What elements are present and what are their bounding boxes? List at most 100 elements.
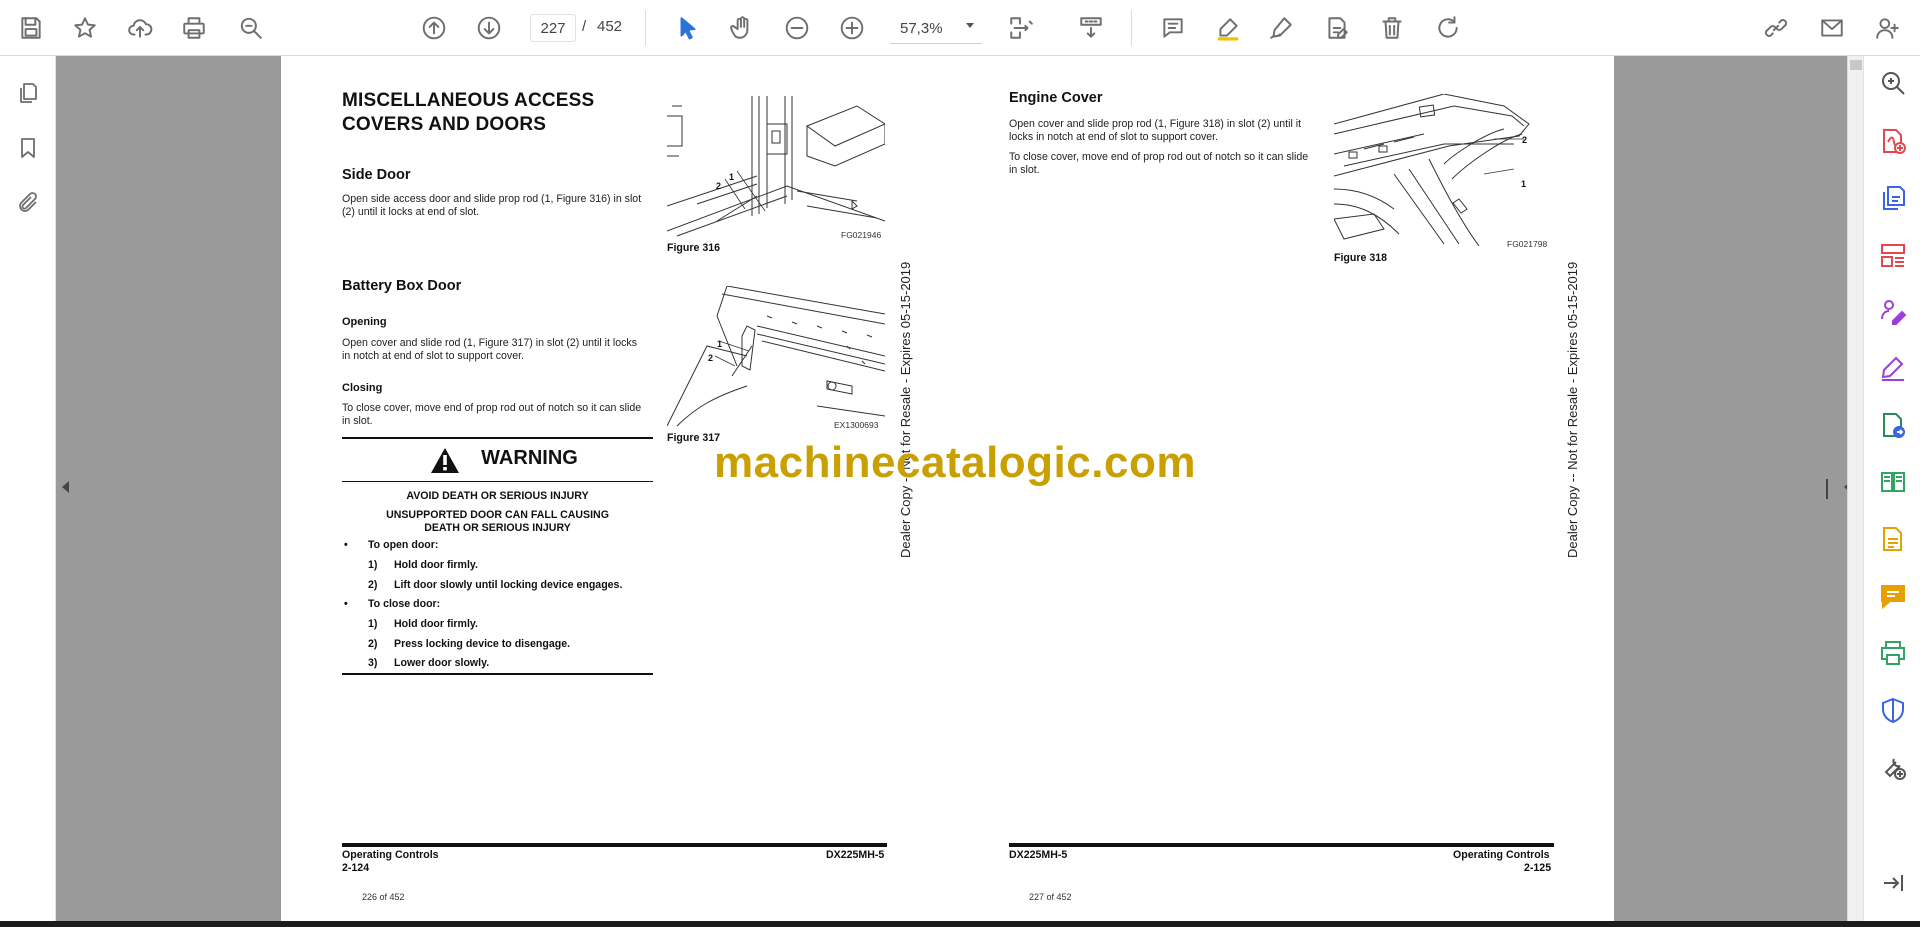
figure-callout: 2	[708, 353, 714, 363]
step-number: 1)	[368, 559, 378, 571]
page-number-input[interactable]	[530, 14, 576, 42]
body-text: To close cover, move end of prop rod out…	[1009, 151, 1309, 163]
protect-icon[interactable]	[1876, 693, 1910, 727]
toolbar-divider	[645, 10, 646, 46]
page-title: COVERS AND DOORS	[342, 114, 547, 135]
send-for-review-icon[interactable]	[1876, 408, 1910, 442]
taskbar-edge	[0, 921, 1920, 927]
panel-resize-handle[interactable]	[1826, 479, 1828, 499]
footer-rule	[342, 843, 887, 847]
warning-line: AVOID DEATH OR SERIOUS INJURY	[406, 490, 589, 502]
search-zoom-icon[interactable]	[234, 11, 268, 45]
attachment-icon[interactable]	[12, 187, 44, 219]
page-down-icon[interactable]	[472, 11, 506, 45]
footer-section: Operating Controls	[1453, 849, 1550, 861]
bullet-dot: •	[344, 598, 348, 610]
section-heading: Battery Box Door	[342, 278, 462, 294]
zoom-level-select[interactable]: 57,3%	[890, 14, 982, 44]
figure-code: FG021946	[841, 230, 882, 240]
tools-rail	[1863, 56, 1920, 927]
body-text: Open cover and slide rod (1, Figure 317)…	[342, 337, 637, 349]
email-icon[interactable]	[1815, 11, 1849, 45]
step-text: Press locking device to disengage.	[394, 638, 571, 650]
footer-model: DX225MH-5	[826, 849, 885, 861]
scroll-mode-icon[interactable]	[1074, 11, 1108, 45]
fit-page-icon[interactable]	[1004, 11, 1038, 45]
step-number: 3)	[368, 657, 378, 669]
body-text: locks in notch at end of slot to support…	[1009, 131, 1219, 143]
add-user-icon[interactable]	[1870, 11, 1904, 45]
print-icon[interactable]	[177, 11, 211, 45]
section-heading: Side Door	[342, 167, 411, 183]
create-pdf-icon[interactable]	[1876, 181, 1910, 215]
page-total: 452	[597, 18, 623, 35]
step-text: Hold door firmly.	[394, 618, 478, 630]
warning-line: UNSUPPORTED DOOR CAN FALL CAUSING	[386, 509, 609, 521]
comment-tool-icon[interactable]	[1876, 579, 1910, 613]
warning-rule	[342, 481, 653, 482]
cloud-upload-icon[interactable]	[123, 11, 157, 45]
footer-model: DX225MH-5	[1009, 849, 1068, 861]
organize-pages-icon[interactable]	[1876, 238, 1910, 272]
body-text: in slot.	[342, 415, 373, 427]
watermark-text: machinecatalogic.com	[714, 438, 1196, 487]
zoom-in-icon[interactable]	[835, 11, 869, 45]
bookmark-icon[interactable]	[12, 132, 44, 164]
page-count-label: 227 of 452	[1029, 892, 1072, 902]
fill-sign-icon[interactable]	[1876, 351, 1910, 385]
warning-line: DEATH OR SERIOUS INJURY	[424, 522, 571, 534]
figure-code: FG021798	[1507, 239, 1548, 249]
page-count-label: 226 of 452	[362, 892, 405, 902]
page-thumbnails-icon[interactable]	[12, 77, 44, 109]
page-up-icon[interactable]	[417, 11, 451, 45]
step-text: Hold door firmly.	[394, 559, 478, 571]
compare-files-icon[interactable]	[1876, 465, 1910, 499]
select-cursor-icon[interactable]	[671, 11, 705, 45]
request-signature-icon[interactable]	[1876, 294, 1910, 328]
footer-page-number: 2-125	[1524, 862, 1552, 874]
edit-text-icon[interactable]	[1320, 11, 1354, 45]
export-pdf-icon[interactable]	[1876, 124, 1910, 158]
collapse-left-panel-icon[interactable]	[62, 481, 69, 493]
warning-bullet: To open door:	[368, 539, 439, 551]
star-icon[interactable]	[68, 11, 102, 45]
left-navigation-rail	[0, 56, 56, 927]
highlight-icon[interactable]	[1211, 11, 1245, 45]
footer-page-number: 2-124	[342, 862, 370, 874]
body-text: Open cover and slide prop rod (1, Figure…	[1009, 118, 1302, 130]
share-link-icon[interactable]	[1759, 11, 1793, 45]
warning-rule-top	[342, 437, 653, 439]
warning-title: WARNING	[481, 447, 578, 469]
figure-callout: 2	[1522, 135, 1528, 145]
footer-rule	[1009, 843, 1554, 847]
step-text: Lift door slowly until locking device en…	[394, 579, 623, 591]
save-icon[interactable]	[14, 11, 48, 45]
figure-318-illustration	[1334, 94, 1530, 246]
scan-ocr-icon[interactable]	[1876, 522, 1910, 556]
rotate-icon[interactable]	[1431, 11, 1465, 45]
scrollbar-thumb[interactable]	[1850, 60, 1862, 70]
draw-pen-icon[interactable]	[1264, 11, 1298, 45]
top-toolbar: / 452 57,3%	[0, 0, 1920, 56]
warning-bullet: To close door:	[368, 598, 441, 610]
print-production-icon[interactable]	[1876, 636, 1910, 670]
delete-icon[interactable]	[1375, 11, 1409, 45]
figure-316-illustration	[667, 96, 885, 237]
warning-rule-bottom	[342, 673, 653, 675]
figure-code: EX1300693	[834, 420, 879, 430]
zoom-out-icon[interactable]	[780, 11, 814, 45]
expand-panel-icon[interactable]	[1876, 866, 1910, 900]
more-tools-icon[interactable]	[1876, 750, 1910, 784]
comment-icon[interactable]	[1156, 11, 1190, 45]
footer-section: Operating Controls	[342, 849, 439, 861]
figure-caption: Figure 317	[667, 432, 720, 444]
zoom-search-icon[interactable]	[1876, 66, 1910, 100]
bullet-dot: •	[344, 539, 348, 551]
hand-tool-icon[interactable]	[725, 11, 759, 45]
pdf-page-left: MISCELLANEOUS ACCESS COVERS AND DOORS Si…	[281, 56, 948, 921]
figure-callout: 1	[1521, 179, 1527, 189]
vertical-scrollbar[interactable]	[1847, 56, 1863, 921]
body-text: in slot.	[1009, 164, 1040, 176]
subheading: Closing	[342, 382, 383, 394]
figure-caption: Figure 318	[1334, 252, 1387, 264]
